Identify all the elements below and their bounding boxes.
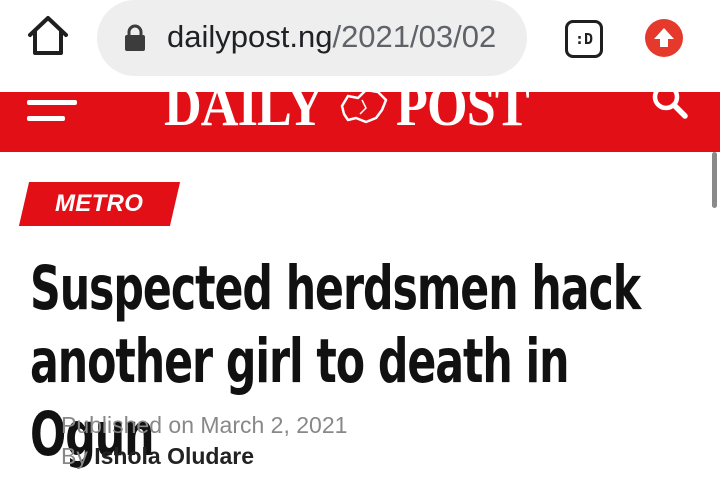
- browser-toolbar: dailypost.ng/2021/03/02 :D: [0, 0, 720, 92]
- home-icon: [28, 16, 68, 55]
- logo-post: POST: [396, 92, 530, 138]
- update-arrow-icon: [654, 28, 674, 47]
- menu-line: [27, 100, 77, 105]
- tab-switcher-button[interactable]: :D: [565, 20, 603, 58]
- page: dailypost.ng/2021/03/02 :D DAILY POST ME…: [0, 0, 720, 483]
- site-header: DAILY POST: [0, 92, 720, 152]
- author-link[interactable]: Ishola Oludare: [94, 443, 254, 469]
- site-logo[interactable]: DAILY POST: [164, 92, 548, 136]
- url-path: /2021/03/02: [332, 19, 497, 54]
- lock-icon: [125, 24, 145, 51]
- published-date: March 2, 2021: [200, 412, 348, 438]
- search-icon: [652, 92, 688, 119]
- url-text: dailypost.ng/2021/03/02: [167, 19, 513, 55]
- publish-info: Published on March 2, 2021: [61, 410, 347, 441]
- logo-daily: DAILY: [164, 92, 324, 138]
- address-bar[interactable]: dailypost.ng/2021/03/02: [97, 0, 527, 76]
- title-line-1: Suspected herdsmen hack: [30, 253, 641, 324]
- menu-line: [27, 116, 65, 121]
- category-label[interactable]: METRO: [55, 190, 143, 218]
- tab-switcher-label: :D: [574, 30, 594, 48]
- search-button[interactable]: [651, 92, 691, 122]
- url-domain: dailypost.ng: [167, 19, 333, 54]
- nigeria-map-icon: [340, 92, 388, 124]
- article-meta: Published on March 2, 2021 By Ishola Olu…: [61, 410, 347, 472]
- by-prefix: By: [61, 443, 95, 469]
- published-prefix: Published on: [61, 412, 201, 438]
- home-button[interactable]: [26, 14, 70, 58]
- update-button[interactable]: [645, 19, 683, 57]
- byline: By Ishola Oludare: [61, 441, 347, 472]
- hamburger-menu-icon[interactable]: [27, 96, 79, 126]
- scrollbar[interactable]: [712, 152, 717, 208]
